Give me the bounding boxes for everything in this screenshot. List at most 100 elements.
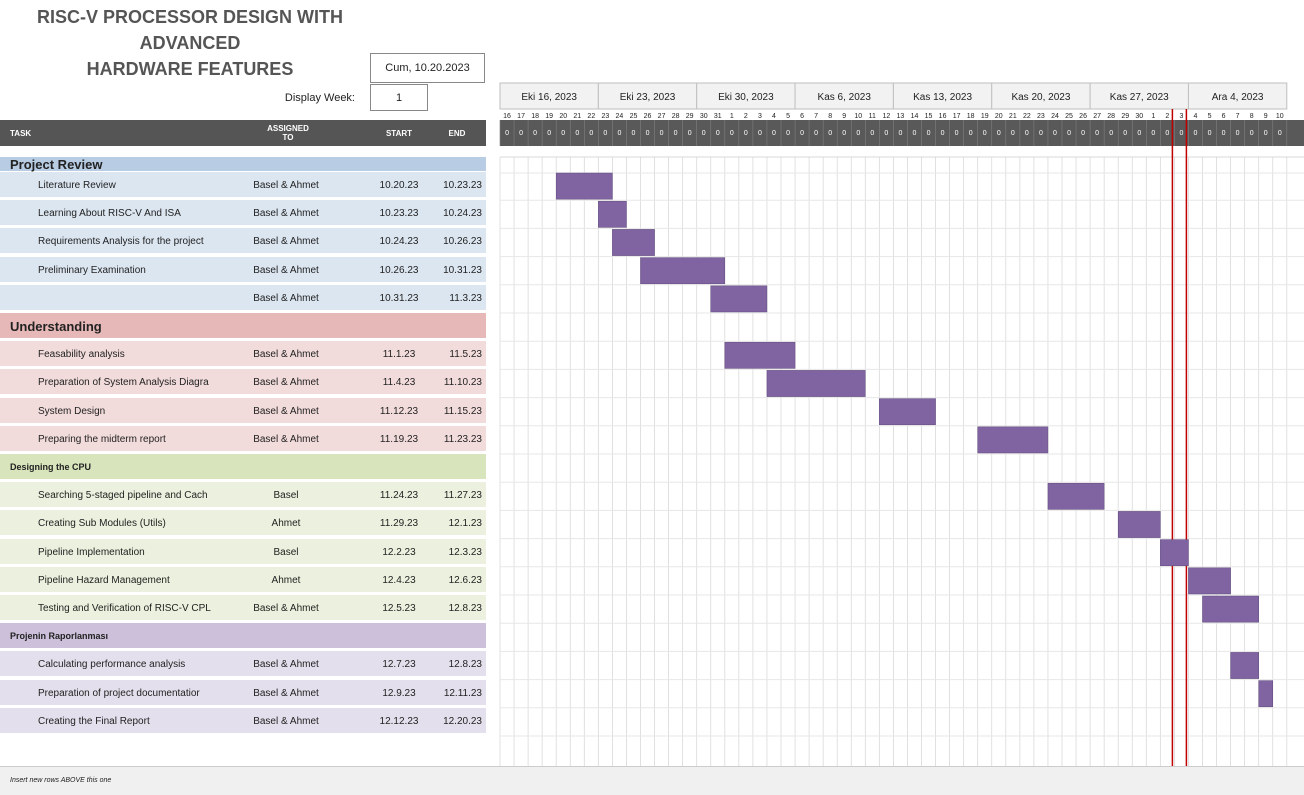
day-number: 18 — [967, 113, 975, 120]
day-value: 0 — [1109, 130, 1113, 137]
day-value: 0 — [632, 130, 636, 137]
day-value: 0 — [884, 130, 888, 137]
day-number: 4 — [1194, 113, 1198, 120]
day-value: 0 — [1250, 130, 1254, 137]
day-value: 0 — [1053, 130, 1057, 137]
task-bar — [724, 341, 796, 369]
day-value: 0 — [1011, 130, 1015, 137]
day-number: 3 — [1179, 113, 1183, 120]
task-bar — [1160, 539, 1189, 567]
day-value: 0 — [617, 130, 621, 137]
day-number: 26 — [644, 113, 652, 120]
day-number: 10 — [854, 113, 862, 120]
day-value: 0 — [913, 130, 917, 137]
day-number: 19 — [981, 113, 989, 120]
day-value: 0 — [730, 130, 734, 137]
day-value: 0 — [688, 130, 692, 137]
week-label: Kas 6, 2023 — [818, 92, 872, 103]
day-value: 0 — [1278, 130, 1282, 137]
week-label: Eki 23, 2023 — [620, 92, 676, 103]
day-number: 24 — [1051, 113, 1059, 120]
day-value: 0 — [786, 130, 790, 137]
day-value: 0 — [1095, 130, 1099, 137]
task-bar — [977, 426, 1049, 454]
day-value: 0 — [674, 130, 678, 137]
day-value: 0 — [870, 130, 874, 137]
week-label: Ara 4, 2023 — [1212, 92, 1264, 103]
day-number: 13 — [897, 113, 905, 120]
day-value: 0 — [1179, 130, 1183, 137]
footer-row[interactable]: Insert new rows ABOVE this one — [0, 766, 1304, 795]
day-number: 27 — [1093, 113, 1101, 120]
day-value: 0 — [1151, 130, 1155, 137]
day-value: 0 — [1025, 130, 1029, 137]
gantt-chart: Eki 16, 2023 Eki 23, 2023 Eki 30, 2023 Kas … — [499, 82, 1304, 794]
task-bar — [1258, 680, 1273, 708]
day-value: 0 — [927, 130, 931, 137]
day-value: 0 — [1067, 130, 1071, 137]
day-number: 30 — [700, 113, 708, 120]
day-number: 11 — [869, 113, 876, 120]
day-value: 0 — [772, 130, 776, 137]
day-value: 0 — [533, 130, 537, 137]
day-number: 21 — [573, 113, 581, 120]
day-number: 6 — [800, 113, 804, 120]
day-value: 0 — [505, 130, 509, 137]
day-value: 0 — [828, 130, 832, 137]
day-number: 6 — [1222, 113, 1226, 120]
task-bar — [555, 172, 613, 200]
day-value: 0 — [519, 130, 523, 137]
day-value: 0 — [1208, 130, 1212, 137]
day-number: 25 — [1065, 113, 1073, 120]
day-value: 0 — [814, 130, 818, 137]
task-bar — [1202, 595, 1259, 623]
day-value: 0 — [646, 130, 650, 137]
day-value: 0 — [589, 130, 593, 137]
day-value: 0 — [547, 130, 551, 137]
day-value: 0 — [561, 130, 565, 137]
day-number: 1 — [1151, 113, 1155, 120]
day-value: 0 — [575, 130, 579, 137]
day-value: 0 — [603, 130, 607, 137]
week-label: Eki 16, 2023 — [521, 92, 577, 103]
day-number: 28 — [672, 113, 680, 120]
day-number: 2 — [744, 113, 748, 120]
day-number: 8 — [828, 113, 832, 120]
day-value: 0 — [1264, 130, 1268, 137]
day-number: 20 — [559, 113, 567, 120]
day-number: 2 — [1165, 113, 1169, 120]
day-number: 23 — [601, 113, 609, 120]
day-value: 0 — [1222, 130, 1226, 137]
day-value: 0 — [702, 130, 706, 137]
day-value: 0 — [1165, 130, 1169, 137]
day-number: 18 — [531, 113, 539, 120]
week-label: Kas 13, 2023 — [913, 92, 972, 103]
day-number: 20 — [995, 113, 1003, 120]
week-label: Kas 20, 2023 — [1011, 92, 1070, 103]
day-number: 15 — [925, 113, 933, 120]
task-bar — [612, 229, 655, 256]
day-value: 0 — [660, 130, 664, 137]
day-value: 0 — [983, 130, 987, 137]
day-number: 7 — [814, 113, 818, 120]
day-number: 19 — [545, 113, 553, 120]
day-value: 0 — [1236, 130, 1240, 137]
task-bar — [640, 257, 726, 285]
day-number: 28 — [1107, 113, 1115, 120]
task-bar — [710, 285, 768, 313]
day-number: 25 — [630, 113, 638, 120]
day-number: 31 — [714, 113, 722, 120]
day-number: 22 — [587, 113, 595, 120]
task-bar — [766, 370, 866, 397]
task-bar — [1230, 652, 1259, 679]
day-number: 4 — [772, 113, 776, 120]
day-value: 0 — [800, 130, 804, 137]
day-number: 5 — [786, 113, 790, 120]
day-value: 0 — [1039, 130, 1043, 137]
task-bar — [1047, 482, 1105, 510]
day-number: 23 — [1037, 113, 1045, 120]
task-bar — [1117, 511, 1161, 538]
day-number: 3 — [758, 113, 762, 120]
week-label: Eki 30, 2023 — [718, 92, 774, 103]
day-number: 17 — [517, 113, 525, 120]
